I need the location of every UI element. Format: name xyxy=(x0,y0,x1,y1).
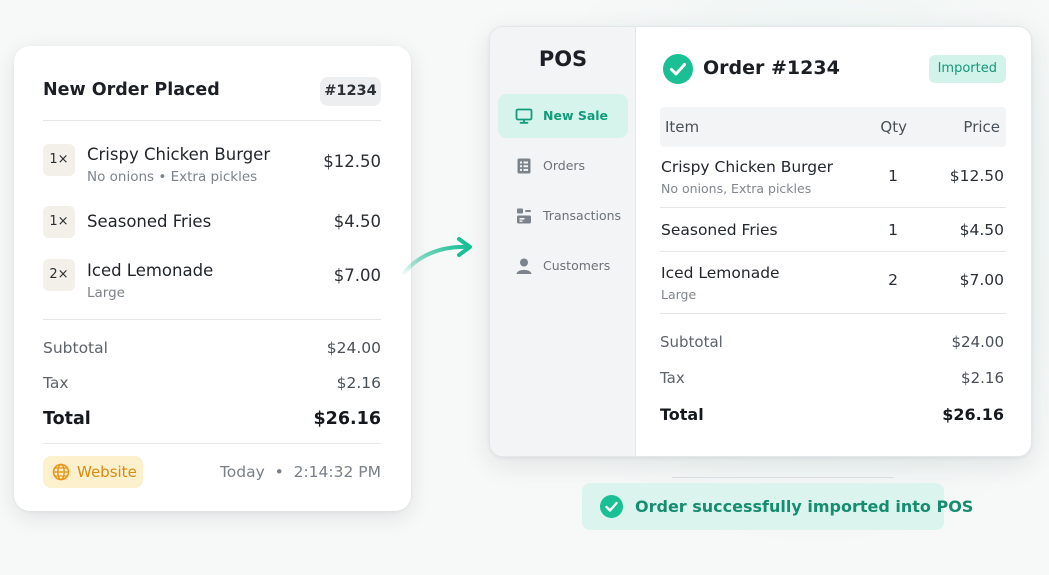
subtotal-row: Subtotal $24.00 xyxy=(660,333,1006,351)
item-qty-badge: 1× xyxy=(43,206,75,238)
table-row: Iced Lemonade Large 2 $7.00 xyxy=(660,264,1006,312)
divider xyxy=(660,251,1006,252)
order-timestamp: Today • 2:14:32 PM xyxy=(219,463,381,481)
row-price: $12.50 xyxy=(949,167,1004,185)
sidebar-item-label: Orders xyxy=(543,158,586,173)
sidebar-item-label: Transactions xyxy=(543,208,622,223)
pos-window: POS New Sale Orders Transactions Custome… xyxy=(489,26,1032,457)
divider xyxy=(43,443,381,444)
pos-order-panel: Order #1234 Imported Item Qty Price Cris… xyxy=(636,27,1031,456)
subtotal-value: $24.00 xyxy=(951,333,1005,351)
check-circle-icon xyxy=(600,495,623,518)
order-card-title: New Order Placed xyxy=(43,80,220,100)
globe-icon xyxy=(52,463,70,481)
total-value: $26.16 xyxy=(313,409,381,429)
tax-row: Tax $2.16 xyxy=(660,369,1006,387)
subtotal-value: $24.00 xyxy=(326,339,381,357)
tax-value: $2.16 xyxy=(336,374,381,392)
transfer-arrow-icon xyxy=(400,237,472,278)
tax-label: Tax xyxy=(660,369,685,387)
row-item-name: Crispy Chicken Burger xyxy=(661,158,834,176)
toast-message: Order successfully imported into POS xyxy=(635,497,974,516)
subtotal-label: Subtotal xyxy=(660,333,723,351)
divider xyxy=(660,313,1006,314)
order-item: 2× Iced Lemonade Large $7.00 xyxy=(43,259,381,303)
item-price: $4.50 xyxy=(333,212,381,231)
divider xyxy=(43,319,381,320)
item-name: Seasoned Fries xyxy=(87,212,212,231)
subtotal-row: Subtotal $24.00 xyxy=(43,339,381,357)
total-row: Total $26.16 xyxy=(660,405,1006,424)
divider xyxy=(672,477,894,478)
item-price: $7.00 xyxy=(333,266,381,285)
item-name: Iced Lemonade xyxy=(87,261,214,280)
item-name: Crispy Chicken Burger xyxy=(87,145,271,164)
table-row: Crispy Chicken Burger No onions, Extra p… xyxy=(660,158,1006,208)
row-qty: 1 xyxy=(888,221,898,239)
divider xyxy=(43,120,381,121)
total-label: Total xyxy=(43,409,91,429)
tax-value: $2.16 xyxy=(961,369,1004,387)
table-row: Seasoned Fries 1 $4.50 xyxy=(660,221,1006,251)
item-modifiers: Large xyxy=(87,285,125,301)
order-source-chip: Website xyxy=(43,456,143,488)
row-item-modifiers: No onions, Extra pickles xyxy=(661,181,812,196)
transactions-icon xyxy=(517,208,531,224)
success-toast: Order successfully imported into POS xyxy=(582,483,973,530)
column-header-price: Price xyxy=(963,118,1000,136)
order-number-badge: #1234 xyxy=(320,77,381,106)
subtotal-label: Subtotal xyxy=(43,339,108,357)
total-label: Total xyxy=(660,405,704,424)
monitor-icon xyxy=(515,108,533,124)
item-qty-badge: 2× xyxy=(43,259,75,291)
item-qty-badge: 1× xyxy=(43,144,75,176)
pos-sidebar: POS New Sale Orders Transactions Custome… xyxy=(490,27,636,456)
sidebar-item-customers[interactable]: Customers xyxy=(498,244,628,288)
pos-order-title: Order #1234 xyxy=(703,57,840,79)
check-circle-icon xyxy=(663,54,693,84)
row-price: $7.00 xyxy=(959,271,1004,289)
item-price: $12.50 xyxy=(323,152,381,171)
row-item-name: Iced Lemonade xyxy=(661,264,780,282)
tax-label: Tax xyxy=(43,374,69,392)
user-icon xyxy=(516,258,532,274)
sidebar-item-orders[interactable]: Orders xyxy=(498,144,628,188)
sidebar-item-label: New Sale xyxy=(543,108,609,123)
sidebar-item-new-sale[interactable]: New Sale xyxy=(498,94,628,138)
table-header: Item Qty Price xyxy=(660,107,1006,147)
row-item-modifiers: Large xyxy=(661,287,697,302)
receipt-icon xyxy=(517,158,531,174)
status-badge: Imported xyxy=(928,55,1006,83)
row-qty: 2 xyxy=(888,271,898,289)
tax-row: Tax $2.16 xyxy=(43,374,381,392)
divider xyxy=(660,207,1006,208)
total-row: Total $26.16 xyxy=(43,409,381,429)
row-item-name: Seasoned Fries xyxy=(661,221,778,239)
item-modifiers: No onions • Extra pickles xyxy=(87,169,258,185)
order-source-label: Website xyxy=(77,463,137,481)
sidebar-item-label: Customers xyxy=(543,258,611,273)
order-card: New Order Placed #1234 1× Crispy Chicken… xyxy=(14,46,411,511)
pos-logo: POS xyxy=(538,47,588,71)
order-item: 1× Crispy Chicken Burger No onions • Ext… xyxy=(43,144,381,188)
sidebar-item-transactions[interactable]: Transactions xyxy=(498,194,628,238)
column-header-item: Item xyxy=(665,118,700,136)
row-price: $4.50 xyxy=(959,221,1004,239)
row-qty: 1 xyxy=(888,167,898,185)
order-item: 1× Seasoned Fries $4.50 xyxy=(43,206,381,238)
total-value: $26.16 xyxy=(942,405,1004,424)
column-header-qty: Qty xyxy=(880,118,907,136)
